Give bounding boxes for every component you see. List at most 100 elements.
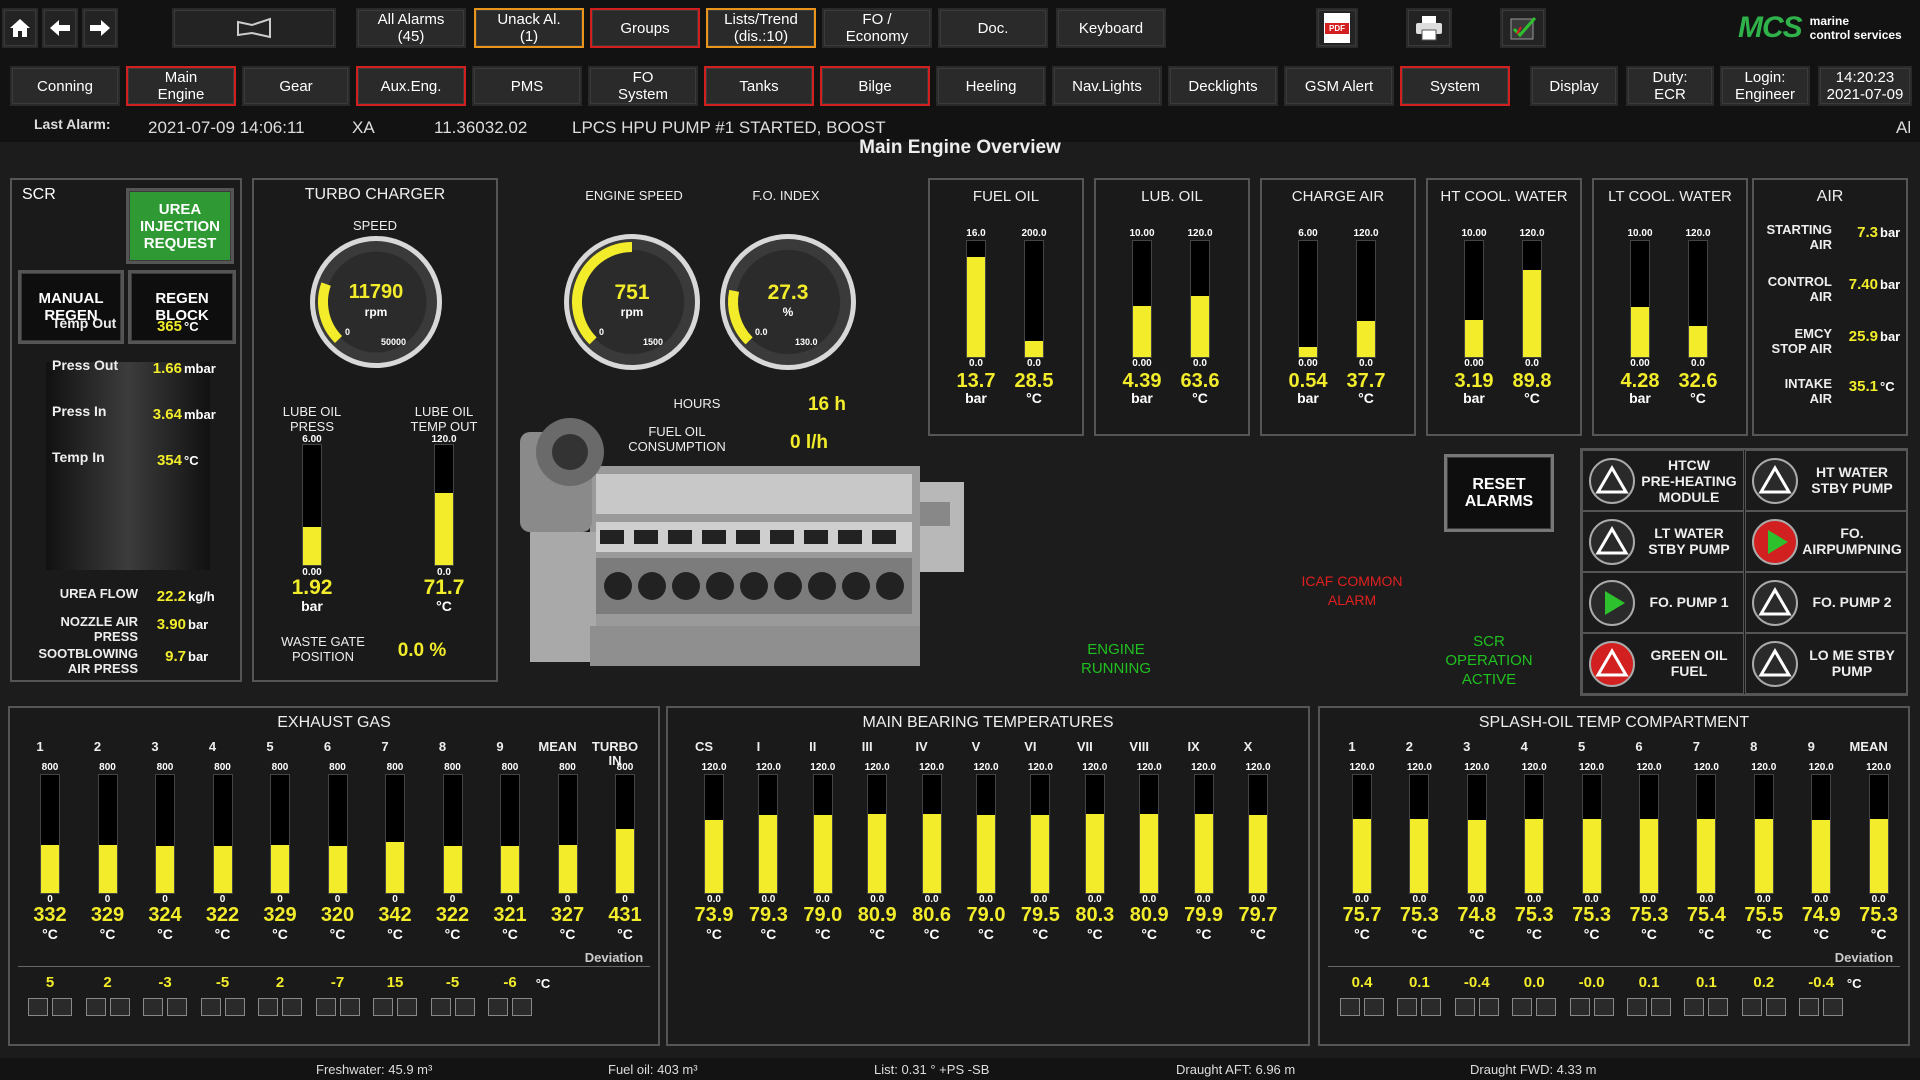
reset-alarms-button[interactable]: RESET ALARMS (1444, 454, 1554, 532)
exhaust-col-1-value: 332 (33, 904, 67, 926)
nav-system-button[interactable]: System (1400, 66, 1510, 106)
splash-deviation-3-check-a[interactable] (1454, 998, 1475, 1016)
splash-deviation-2-check-b[interactable] (1421, 998, 1442, 1016)
splash-deviation-4-value: 0.0 (1523, 974, 1545, 991)
splash-deviation-9-check-a[interactable] (1799, 998, 1820, 1016)
nav-login-engineer-button[interactable]: Login: Engineer (1720, 66, 1810, 106)
screen-toggle-button[interactable] (172, 8, 336, 48)
scr-nozzle-air-press-unit: bar (188, 617, 209, 632)
nav-main-engine-button[interactable]: Main Engine (126, 66, 236, 106)
nav-aux-eng-button[interactable]: Aux.Eng. (356, 66, 466, 106)
pump-htcw-pre-heating-module[interactable]: HTCW PRE-HEATING MODULE (1582, 450, 1744, 511)
back-button[interactable] (42, 8, 78, 48)
top-fo-economy-button[interactable]: FO / Economy (822, 8, 932, 48)
splash-deviation-6-check-a[interactable] (1627, 998, 1647, 1016)
splash-deviation-7-check-a[interactable] (1684, 998, 1705, 1016)
exhaust-deviation-5-check-b[interactable] (282, 998, 302, 1016)
nav-conning-button[interactable]: Conning (10, 66, 120, 106)
splash-deviation-7-check-b[interactable] (1708, 998, 1729, 1016)
nav-pms-button[interactable]: PMS (472, 66, 582, 106)
bearing-col-iii-unit: °C (869, 926, 886, 942)
exhaust-deviation-2-check-a[interactable] (85, 998, 106, 1016)
top-keyboard-button[interactable]: Keyboard (1056, 8, 1166, 48)
scr-sootblowing-air-press-unit: bar (188, 649, 209, 664)
exhaust-deviation-8-check-a[interactable] (430, 998, 451, 1016)
nav-tanks-button[interactable]: Tanks (704, 66, 814, 106)
exhaust-deviation-3-check-a[interactable] (143, 998, 163, 1016)
nav-14-20-23-2021-07-09-button[interactable]: 14:20:23 2021-07-09 (1818, 66, 1912, 106)
exhaust-deviation-3-check-b[interactable] (167, 998, 187, 1016)
nav-bilge-button[interactable]: Bilge (820, 66, 930, 106)
splash-deviation-8-check-a[interactable] (1741, 998, 1762, 1016)
exhaust-deviation-2-check-b[interactable] (109, 998, 130, 1016)
top-unack-al-1-button[interactable]: Unack Al. (1) (474, 8, 584, 48)
splash-deviation-5-check-a[interactable] (1569, 998, 1590, 1016)
exhaust-col-1-bar (40, 774, 60, 894)
splash-deviation-2-check-a[interactable] (1397, 998, 1418, 1016)
top-groups-button[interactable]: Groups (590, 8, 700, 48)
exhaust-col-mean-unit: °C (559, 926, 576, 942)
bar-fill (1140, 813, 1159, 893)
splash-deviation-1-check-b[interactable] (1364, 998, 1384, 1016)
exhaust-deviation-4-check-a[interactable] (200, 998, 221, 1016)
exhaust-col-9-value: 321 (493, 904, 527, 926)
exhaust-deviation-4-check-b[interactable] (224, 998, 245, 1016)
exhaust-deviation-6-check-b[interactable] (339, 998, 360, 1016)
lube-temp-label: LUBE OIL TEMP OUT (410, 404, 478, 434)
last-alarm-text[interactable]: LPCS HPU PUMP #1 STARTED, BOOST (572, 118, 886, 138)
pump-fo-pump-2[interactable]: FO. PUMP 2 (1745, 572, 1907, 633)
pump-lt-water-stby-pump[interactable]: LT WATER STBY PUMP (1582, 511, 1744, 572)
exhaust-deviation-1-check-a[interactable] (28, 998, 48, 1016)
check-button[interactable] (1500, 8, 1546, 48)
pump-fo-pump-1[interactable]: FO. PUMP 1 (1582, 572, 1744, 633)
exhaust-deviation-6-check-a[interactable] (315, 998, 336, 1016)
splash-deviation-5-check-b[interactable] (1593, 998, 1614, 1016)
manual-regen-button[interactable]: MANUAL REGEN (18, 270, 124, 344)
pdf-button[interactable]: PDF (1316, 8, 1358, 48)
nav-duty-ecr-button[interactable]: Duty: ECR (1626, 66, 1714, 106)
exhaust-col-4-unit: °C (214, 926, 231, 942)
top-doc-button[interactable]: Doc. (938, 8, 1048, 48)
charge-air-bar-2-max: 120.0 (1353, 228, 1379, 239)
splash-deviation-3-check-b[interactable] (1478, 998, 1499, 1016)
lt-cool-water-panel: LT COOL. WATER 10.00 0.00 4.28 bar 120.0 0.0 32… (1592, 178, 1748, 436)
nav-display-button[interactable]: Display (1530, 66, 1618, 106)
exhaust-deviation-9-check-b[interactable] (512, 998, 532, 1016)
splash-col-2-unit: °C (1411, 926, 1428, 942)
splash-deviation-4-check-a[interactable] (1512, 998, 1533, 1016)
pump-lo-me-stby-pump[interactable]: LO ME STBY PUMP (1745, 633, 1907, 694)
bearing-col-vi-max: 120.0 (1027, 762, 1053, 773)
exhaust-deviation-7-check-b[interactable] (397, 998, 417, 1016)
splash-deviation-9-check-b[interactable] (1823, 998, 1844, 1016)
nav-nav-lights-button[interactable]: Nav.Lights (1052, 66, 1162, 106)
print-button[interactable] (1406, 8, 1452, 48)
pump-green-oil-fuel[interactable]: GREEN OIL FUEL (1582, 633, 1744, 694)
scr-sootblowing-air-press-label: SOOTBLOWING AIR PRESS (38, 646, 138, 676)
triangle-icon (1758, 465, 1792, 494)
nav-gear-button[interactable]: Gear (242, 66, 350, 106)
bearing-col-ix-unit: °C (1195, 926, 1212, 942)
exhaust-deviation-1-check-b[interactable] (52, 998, 72, 1016)
nav-decklights-button[interactable]: Decklights (1168, 66, 1278, 106)
forward-button[interactable] (82, 8, 118, 48)
nav-heeling-button[interactable]: Heeling (936, 66, 1046, 106)
splash-deviation-8-check-b[interactable] (1765, 998, 1786, 1016)
splash-deviation-6-check-b[interactable] (1651, 998, 1671, 1016)
splash-deviation-4-check-b[interactable] (1536, 998, 1557, 1016)
bearing-col-ii-max: 120.0 (810, 762, 836, 773)
lub-oil-bar-2-min: 0.0 (1193, 358, 1207, 369)
urea-injection-request-button[interactable]: UREA INJECTION REQUEST (126, 188, 234, 264)
exhaust-deviation-9-check-a[interactable] (488, 998, 508, 1016)
exhaust-deviation-7-check-a[interactable] (373, 998, 393, 1016)
exhaust-deviation-8-check-b[interactable] (454, 998, 475, 1016)
home-button[interactable] (2, 8, 38, 48)
top-all-alarms-45-button[interactable]: All Alarms (45) (356, 8, 466, 48)
pump-fo-airpumpning[interactable]: FO. AIRPUMPNING (1745, 511, 1907, 572)
splash-deviation-1-check-a[interactable] (1340, 998, 1360, 1016)
nav-fo-system-button[interactable]: FO System (588, 66, 698, 106)
exhaust-deviation-5-check-a[interactable] (258, 998, 278, 1016)
nav-gsm-alert-button[interactable]: GSM Alert (1284, 66, 1394, 106)
exhaust-col-6-label: 6 (323, 739, 332, 754)
pump-ht-water-stby-pump[interactable]: HT WATER STBY PUMP (1745, 450, 1907, 511)
top-lists-trend-dis-10-button[interactable]: Lists/Trend (dis.:10) (706, 8, 816, 48)
